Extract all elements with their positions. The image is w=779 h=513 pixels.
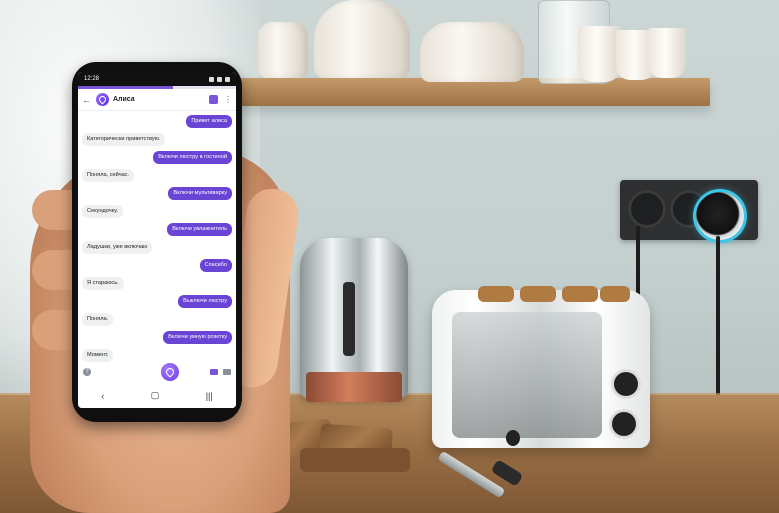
keyboard-icon[interactable]: [223, 369, 231, 375]
chat-history[interactable]: Привет алиса Категорически приветствую. Вк…: [78, 111, 236, 362]
user-message-bubble: Привет алиса: [186, 115, 232, 128]
phone-screen: 12:28 ← Алиса ⋮ Привет алиса Категорическ…: [78, 72, 236, 408]
alice-message-bubble: Я стараюсь.: [82, 277, 124, 290]
user-message-bubble: Спасибо: [199, 259, 232, 272]
toaster-knob: [612, 412, 636, 436]
input-tools: [210, 369, 231, 375]
arrow-left-icon[interactable]: ←: [82, 95, 94, 105]
camera-icon[interactable]: [210, 369, 218, 375]
toaster-lever: [506, 430, 520, 446]
more-vertical-icon[interactable]: ⋮: [224, 95, 232, 104]
skills-icon[interactable]: [209, 95, 218, 104]
toaster-knob: [614, 372, 638, 396]
ceramic-jug: [258, 22, 308, 78]
alice-message-bubble: Момент.: [82, 349, 114, 362]
alice-message-bubble: Поняла, сейчас.: [82, 169, 135, 182]
nav-recents-button[interactable]: |||: [206, 391, 213, 401]
alice-avatar-icon: [96, 93, 109, 106]
cable: [636, 226, 640, 298]
question-circle-icon[interactable]: ?: [83, 368, 91, 376]
user-message-bubble: Включи люстру в гостиной: [153, 151, 232, 164]
alice-message-bubble: Поняла.: [82, 313, 114, 326]
teapot: [420, 22, 524, 82]
cup: [578, 26, 620, 82]
toast-slice: [562, 286, 598, 302]
smart-plug: [696, 192, 744, 240]
toast-slice: [478, 286, 514, 302]
alice-message-bubble: Секундочку.: [82, 205, 124, 218]
kettle-base: [306, 372, 402, 402]
cup: [648, 28, 686, 78]
alice-message-bubble: Ладушки, уже включаю: [82, 241, 153, 254]
user-message-bubble: Включи умную розетку: [163, 331, 232, 344]
ceramic-vase: [314, 0, 410, 78]
status-icons: [209, 76, 230, 82]
user-message-bubble: Включи увлажнитель: [167, 223, 232, 236]
kettle-water-window: [343, 282, 355, 356]
status-bar: 12:28: [78, 72, 236, 86]
nav-home-button[interactable]: ▢: [151, 390, 160, 401]
user-message-bubble: Выключи люстру: [178, 295, 232, 308]
cutting-board: [300, 448, 410, 472]
alice-voice-button[interactable]: [160, 363, 179, 381]
wall-socket: [628, 190, 666, 228]
status-time: 12:28: [84, 76, 100, 82]
alice-message-bubble: Категорически приветствую.: [82, 133, 166, 146]
toaster-reflection: [452, 312, 602, 438]
user-message-bubble: Включи мультиварку: [168, 187, 232, 200]
nav-back-button[interactable]: ‹: [101, 391, 104, 401]
app-title: Алиса: [113, 96, 135, 103]
toast-slice: [600, 286, 630, 302]
input-bar: ?: [78, 361, 236, 383]
app-bar: ← Алиса ⋮: [78, 89, 236, 111]
toast-slice: [520, 286, 556, 302]
android-nav-bar: ‹ ▢ |||: [78, 383, 236, 408]
wall-shelf: [240, 78, 710, 106]
